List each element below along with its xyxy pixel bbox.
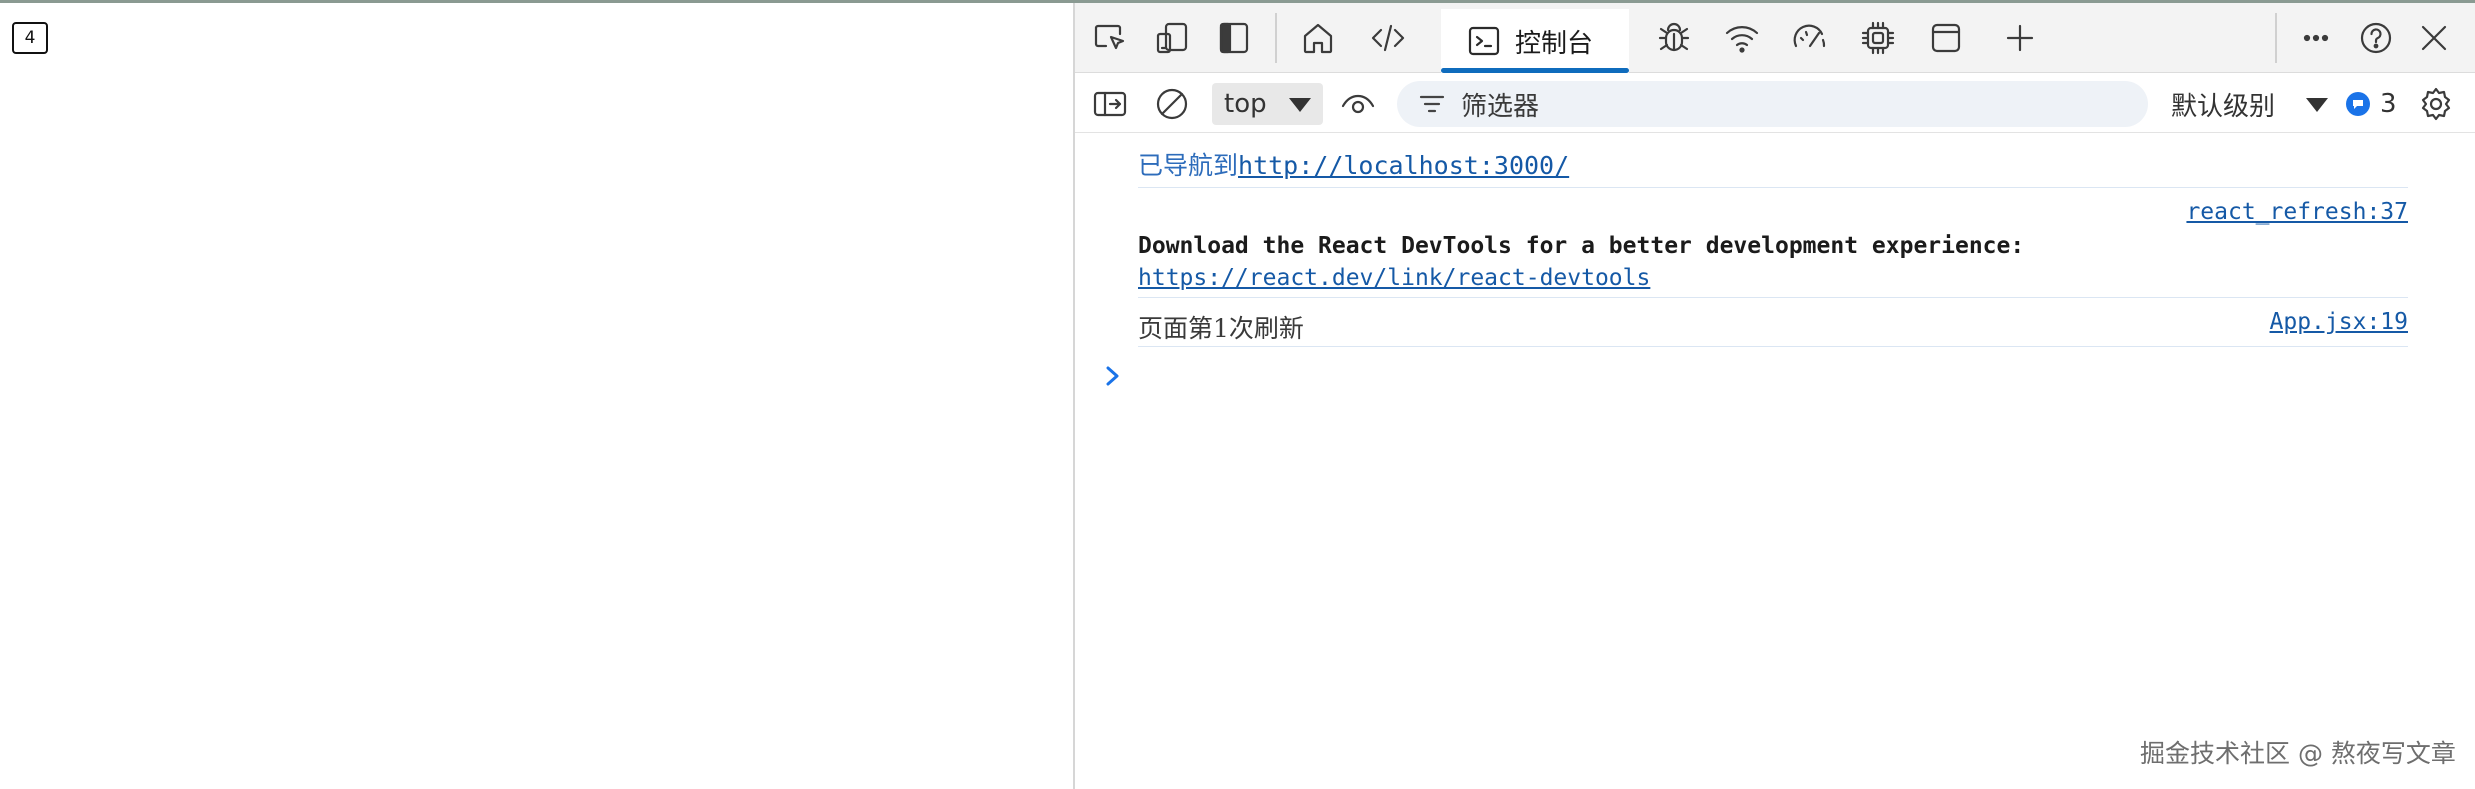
navigation-url-link[interactable]: http://localhost:3000/ — [1238, 151, 1569, 180]
toolbar-divider — [2275, 13, 2277, 63]
message-bubble-icon — [2346, 92, 2370, 116]
filter-icon — [1419, 95, 1445, 113]
dock-side-icon[interactable] — [1213, 17, 1255, 59]
navigation-message: 已导航到http://localhost:3000/ — [1138, 134, 2408, 188]
elements-code-icon[interactable] — [1367, 17, 1409, 59]
filter-placeholder: 筛选器 — [1461, 91, 1540, 122]
live-expression-eye-icon[interactable] — [1337, 83, 1379, 125]
console-icon — [1468, 26, 1500, 56]
watermark: 掘金技术社区 @ 熬夜写文章 — [2140, 739, 2456, 768]
react-devtools-message: react_refresh:37 Download the React DevT… — [1138, 189, 2408, 298]
console-prompt-chevron-icon[interactable] — [1101, 359, 1125, 393]
issues-counter[interactable]: 3 — [2346, 83, 2406, 125]
memory-chip-icon[interactable] — [1857, 17, 1899, 59]
issues-count: 3 — [2380, 89, 2397, 119]
context-selector-value: top — [1224, 89, 1267, 119]
inspect-element-icon[interactable] — [1089, 17, 1131, 59]
log-level-selector[interactable]: 默认级别 — [2171, 83, 2336, 125]
tab-console[interactable]: 控制台 — [1441, 9, 1629, 73]
navigation-prefix: 已导航到 — [1138, 151, 1239, 180]
console-messages: 已导航到http://localhost:3000/ react_refresh… — [1075, 134, 2475, 789]
performance-gauge-icon[interactable] — [1789, 17, 1831, 59]
help-icon[interactable] — [2355, 17, 2397, 59]
close-devtools-icon[interactable] — [2413, 17, 2455, 59]
tab-console-label: 控制台 — [1515, 28, 1594, 59]
message-text: 页面第1次刷新 — [1138, 314, 1304, 343]
devtools-tabbar: 控制台 — [1075, 3, 2475, 73]
page-content: 4 — [0, 3, 1073, 789]
toolbar-divider — [1275, 13, 1277, 63]
welcome-home-icon[interactable] — [1297, 17, 1339, 59]
chevron-down-icon — [2306, 98, 2328, 112]
react-devtools-link[interactable]: https://react.dev/link/react-devtools — [1138, 265, 1650, 291]
clear-console-icon[interactable] — [1151, 83, 1193, 125]
add-tool-plus-icon[interactable] — [1999, 17, 2041, 59]
log-message: 页面第1次刷新 App.jsx:19 — [1138, 299, 2408, 347]
more-options-icon[interactable] — [2295, 17, 2337, 59]
chevron-down-icon — [1289, 98, 1311, 112]
message-source-link[interactable]: react_refresh:37 — [2186, 199, 2408, 225]
message-source-link[interactable]: App.jsx:19 — [2270, 309, 2408, 335]
console-settings-gear-icon[interactable] — [2415, 83, 2457, 125]
device-emulation-icon[interactable] — [1151, 17, 1193, 59]
console-toolbar: top 筛选器 默认级别 3 — [1075, 73, 2475, 133]
context-selector[interactable]: top — [1212, 83, 1323, 125]
message-text: Download the React DevTools for a better… — [1138, 233, 2025, 259]
show-sidebar-icon[interactable] — [1089, 83, 1131, 125]
devtools-panel: 控制台 top 筛选器 默认级别 3 已导航到http://localhost:… — [1073, 3, 2475, 789]
log-level-value: 默认级别 — [2171, 91, 2276, 122]
filter-input[interactable]: 筛选器 — [1397, 81, 2148, 127]
sources-bug-icon[interactable] — [1653, 17, 1695, 59]
application-window-icon[interactable] — [1925, 17, 1967, 59]
counter-button[interactable]: 4 — [12, 22, 48, 54]
network-wifi-icon[interactable] — [1721, 17, 1763, 59]
